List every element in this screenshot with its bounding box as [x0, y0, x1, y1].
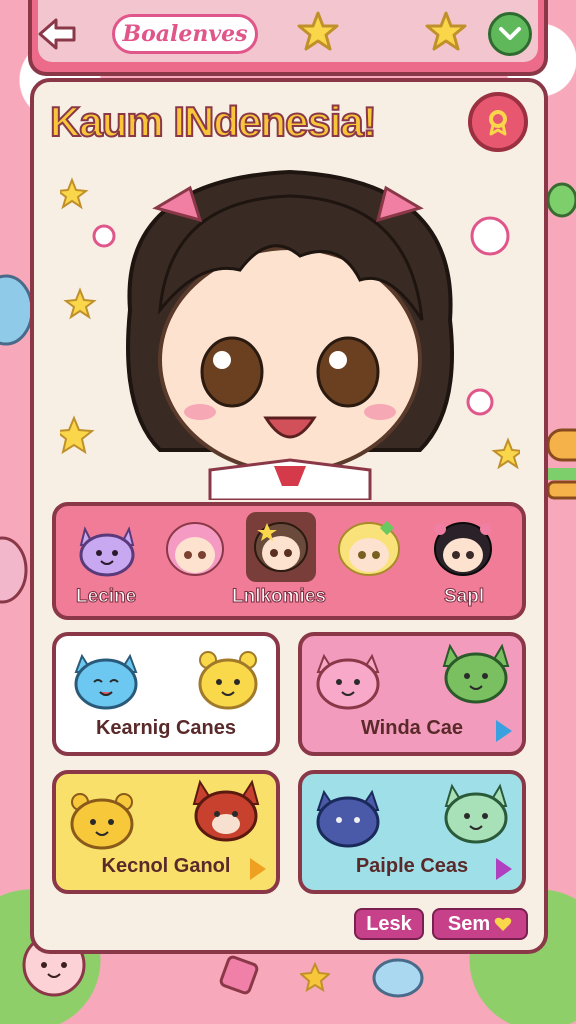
star-icon[interactable] — [424, 10, 468, 54]
pink-blob-decoration — [0, 536, 28, 604]
yellow-bear-icon — [198, 651, 258, 710]
dark-hair-girl-avatar — [434, 522, 492, 576]
blue-creature-decoration — [372, 958, 424, 998]
yellow-cat-icon — [70, 793, 134, 850]
profile-button[interactable] — [468, 92, 528, 152]
confirm-button[interactable] — [488, 12, 532, 56]
play-arrow-icon — [496, 858, 512, 880]
burger-decoration — [548, 428, 576, 500]
card-label: Kearnig Canes — [95, 717, 237, 739]
star-decoration — [300, 962, 330, 992]
game-card-1[interactable]: Kearnig Canes — [52, 632, 280, 756]
character-select-blonde[interactable] — [334, 514, 404, 584]
pink-hair-girl-avatar — [166, 522, 224, 576]
game-card-3[interactable]: Kecnol Ganol — [52, 770, 280, 894]
candy-decoration — [219, 955, 259, 995]
blue-blob-decoration — [0, 274, 30, 346]
game-card-2[interactable]: Winda Cae — [298, 632, 526, 756]
game-card-4[interactable]: Paiple Ceas — [298, 770, 526, 894]
card-label: Paiple Ceas — [355, 855, 469, 877]
heart-icon — [494, 917, 512, 931]
character-label-3: Lnlkomies — [232, 586, 327, 608]
hero-character — [60, 169, 520, 500]
top-bar — [28, 0, 548, 76]
green-cat-icon — [442, 643, 510, 704]
blonde-girl-avatar — [338, 520, 400, 576]
character-select-purple-cat[interactable] — [72, 514, 142, 584]
pink-cat-icon — [316, 653, 380, 710]
back-arrow-icon — [38, 18, 76, 50]
app-title: Boalenves — [112, 14, 258, 54]
navy-cat-icon — [316, 789, 380, 848]
mint-cat-icon — [444, 783, 508, 844]
card-label: Kecnol Ganol — [101, 855, 231, 877]
character-label-5: Sapl — [443, 586, 485, 608]
sem-button-label: Sem — [447, 912, 491, 935]
brown-hair-girl-avatar — [254, 522, 308, 572]
green-blob-decoration — [548, 182, 576, 218]
character-select-pink-hair[interactable] — [160, 514, 230, 584]
play-arrow-icon — [250, 858, 266, 880]
page-title: Kaum INdenesia! — [49, 97, 378, 146]
lesk-button-label: Lesk — [366, 912, 412, 935]
lesk-button[interactable]: Lesk — [354, 908, 424, 940]
character-select-dark-hair[interactable] — [428, 514, 498, 584]
sem-button[interactable]: Sem — [432, 908, 528, 940]
ribbon-icon — [489, 110, 507, 136]
back-button[interactable] — [38, 14, 78, 54]
play-arrow-icon — [496, 720, 512, 742]
card-label: Winda Cae — [360, 717, 464, 739]
character-select-brown-hair[interactable] — [246, 512, 316, 582]
checkmark-icon — [499, 27, 521, 40]
purple-cat-avatar — [79, 526, 135, 577]
star-icon[interactable] — [296, 10, 340, 54]
character-label-1: Lecine — [75, 586, 137, 608]
red-fox-icon — [192, 779, 260, 842]
blue-cat-icon — [74, 653, 138, 710]
